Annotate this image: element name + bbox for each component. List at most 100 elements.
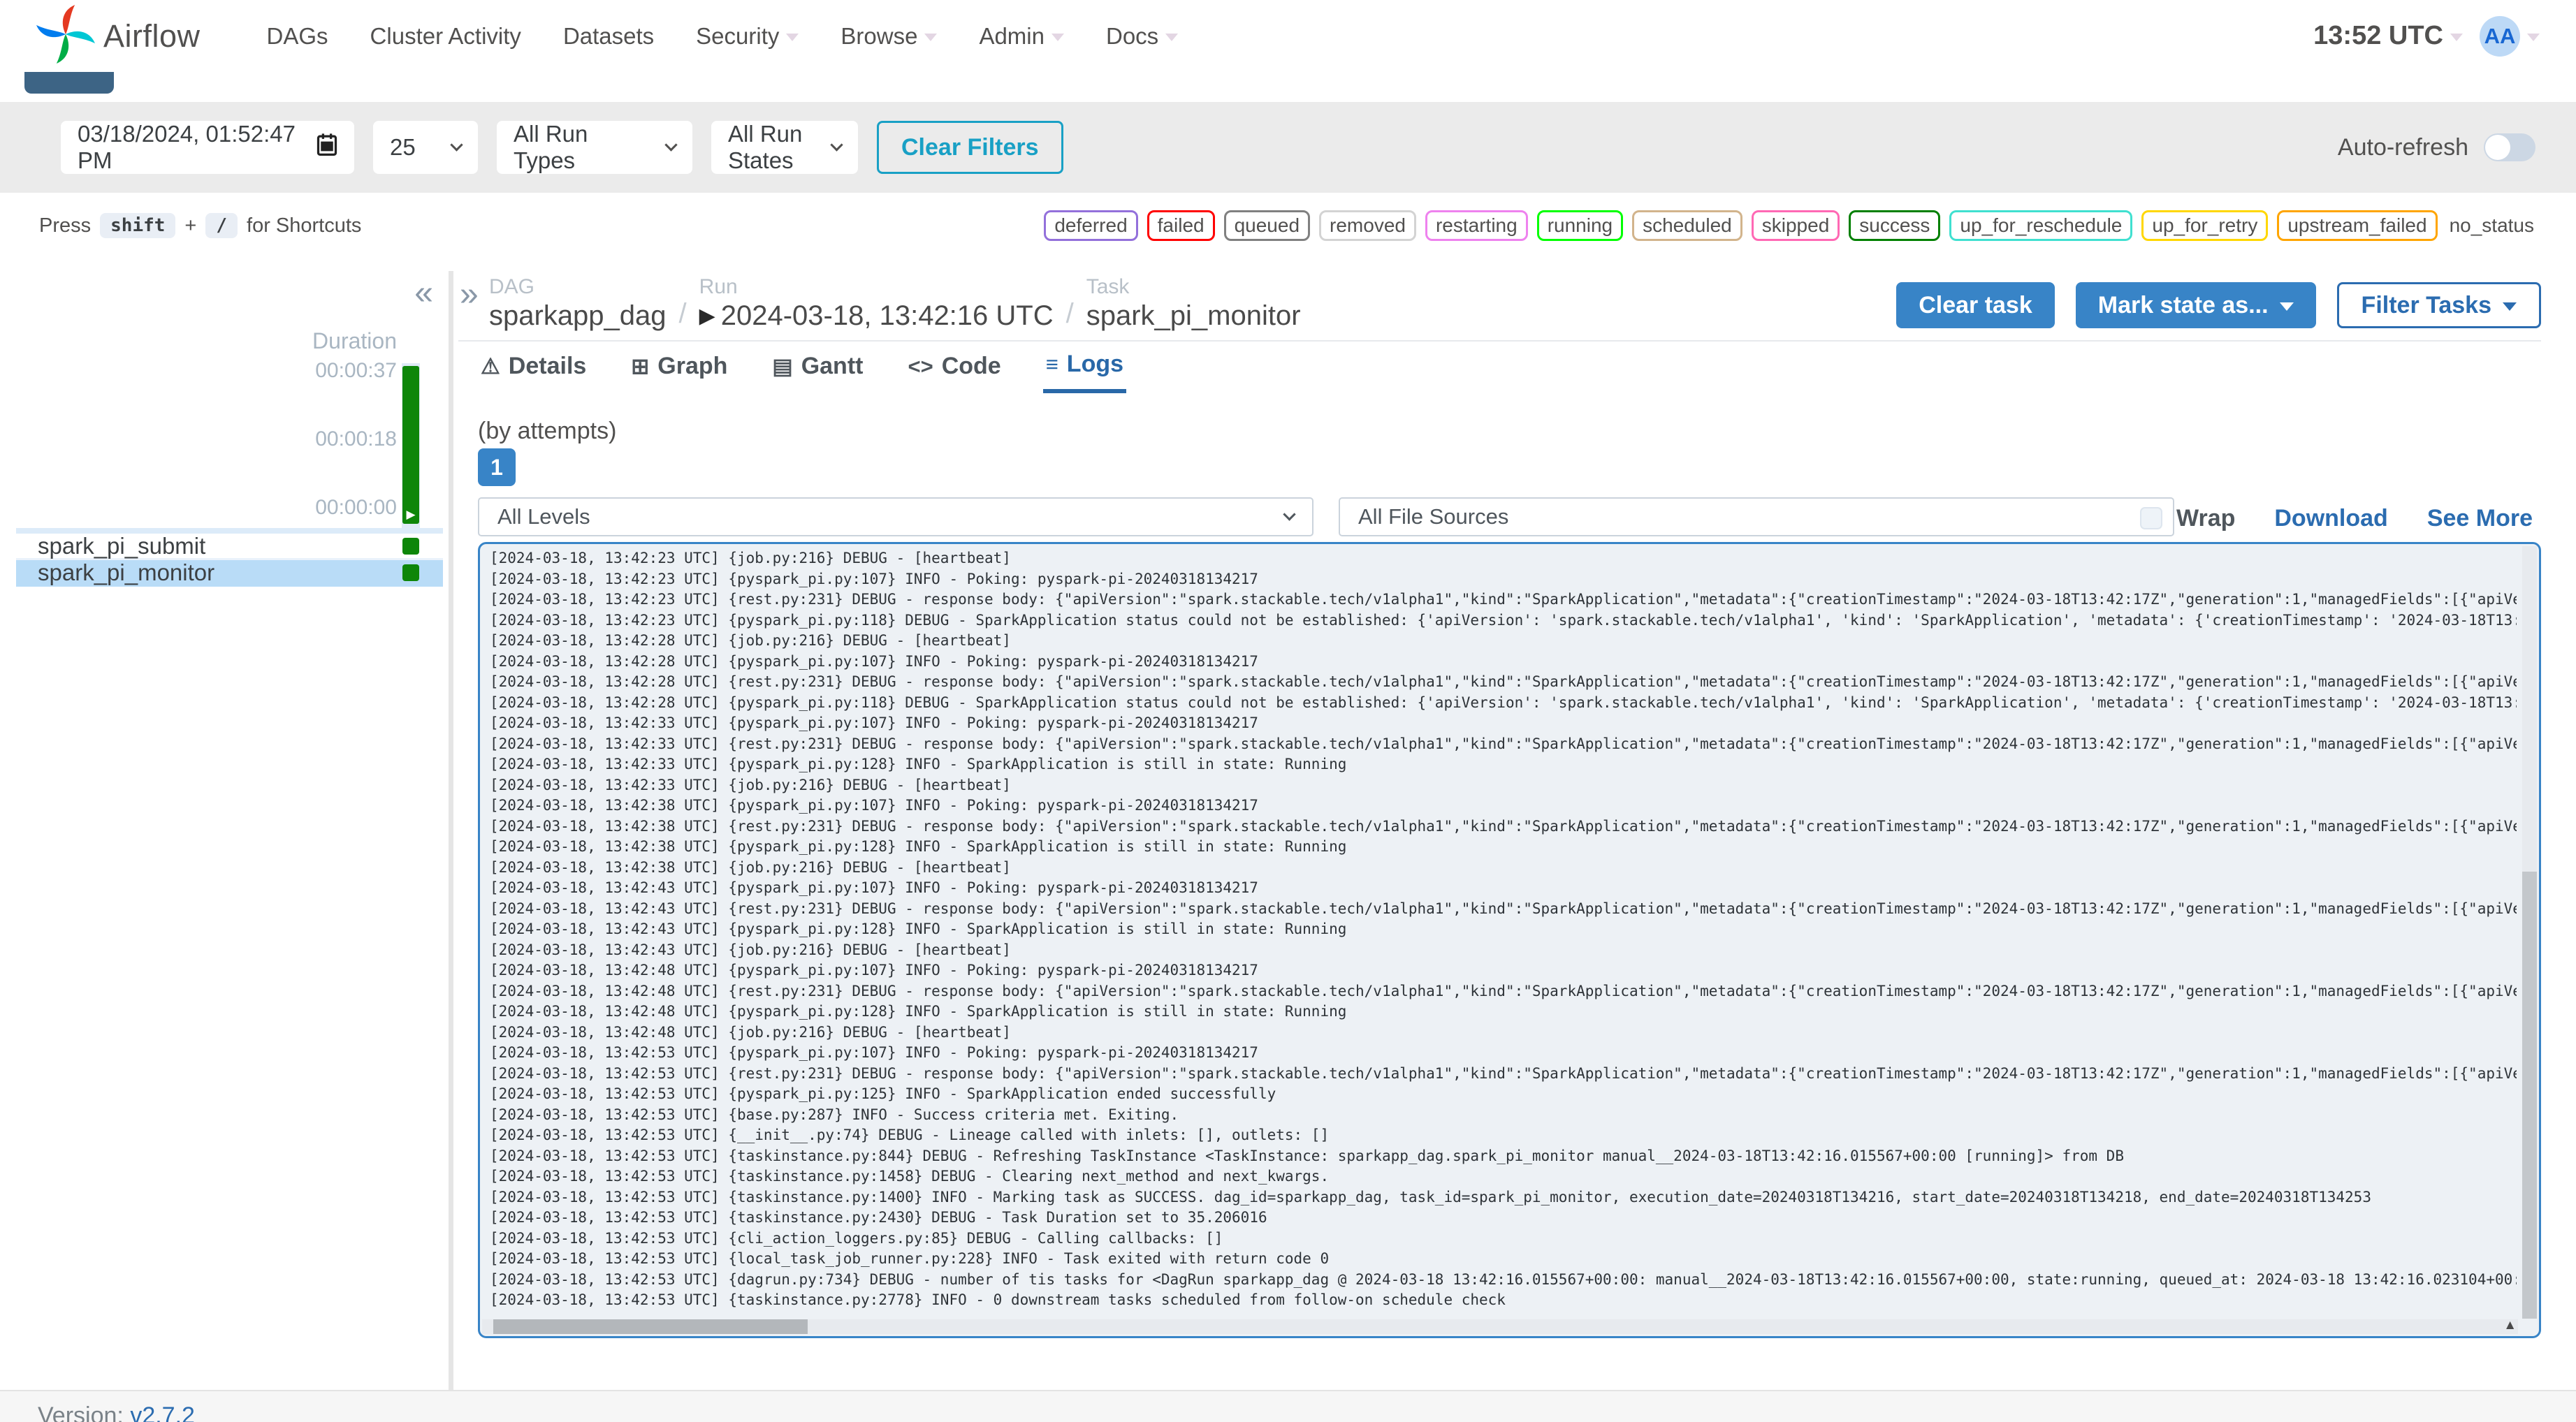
caret-down-icon <box>924 34 938 41</box>
base-date-input[interactable]: 03/18/2024, 01:52:47 PM <box>61 121 354 174</box>
vertical-scrollbar-thumb[interactable] <box>2522 872 2537 1319</box>
nav-right: 13:52 UTC AA <box>2313 15 2540 57</box>
breadcrumb-separator: / <box>678 298 687 329</box>
log-line: [2024-03-18, 13:42:23 UTC] {rest.py:231}… <box>490 591 2517 608</box>
log-line: [2024-03-18, 13:42:43 UTC] {pyspark_pi.p… <box>490 879 1258 896</box>
duration-axis-title: Duration <box>312 328 397 353</box>
clock-menu[interactable]: 13:52 UTC <box>2313 21 2463 51</box>
base-date-value: 03/18/2024, 01:52:47 PM <box>78 121 296 173</box>
shortcuts-suffix: for Shortcuts <box>247 214 362 237</box>
state-badge-running[interactable]: running <box>1536 210 1624 241</box>
mark-state-button[interactable]: Mark state as... <box>2075 282 2316 328</box>
run-types-select[interactable]: All Run Types <box>497 121 692 174</box>
nav-item-cluster-activity[interactable]: Cluster Activity <box>370 23 521 50</box>
state-badge-removed[interactable]: removed <box>1319 210 1416 241</box>
state-badge-success[interactable]: success <box>1849 210 1941 241</box>
file-source-value: All File Sources <box>1358 504 1509 529</box>
clear-task-button[interactable]: Clear task <box>1896 282 2055 328</box>
attempt-1-button[interactable]: 1 <box>478 448 516 486</box>
nav-item-datasets[interactable]: Datasets <box>563 23 654 50</box>
state-badge-restarting[interactable]: restarting <box>1425 210 1528 241</box>
horizontal-scrollbar[interactable] <box>482 1319 2518 1334</box>
run-states-select[interactable]: All Run States <box>711 121 858 174</box>
horizontal-scrollbar-thumb[interactable] <box>493 1319 808 1334</box>
log-level-select[interactable]: All Levels <box>478 497 1314 536</box>
state-badge-scheduled[interactable]: scheduled <box>1632 210 1742 241</box>
nav-item-docs[interactable]: Docs <box>1106 23 1179 50</box>
log-line: [2024-03-18, 13:42:43 UTC] {rest.py:231}… <box>490 900 2517 917</box>
grid-sidebar: « Duration ▶ spark_pi_submit spark_pi_mon… <box>16 272 443 601</box>
log-line: [2024-03-18, 13:42:28 UTC] {job.py:216} … <box>490 632 1011 649</box>
gantt-icon: ▤ <box>772 353 793 379</box>
graph-icon: ⊞ <box>631 353 650 379</box>
nav-item-security[interactable]: Security <box>696 23 799 50</box>
calendar-icon <box>316 133 337 162</box>
state-badge-no-status[interactable]: no_status <box>2447 212 2537 239</box>
collapse-sidebar-button[interactable]: « <box>414 274 433 312</box>
task-state-success-icon <box>402 564 419 581</box>
log-line: [2024-03-18, 13:42:33 UTC] {pyspark_pi.p… <box>490 756 1347 772</box>
tab-graph[interactable]: ⊞ Graph <box>628 351 730 393</box>
filter-tasks-button[interactable]: Filter Tasks <box>2336 282 2541 328</box>
shortcuts-prefix: Press <box>39 214 92 237</box>
expand-panel-button[interactable]: » <box>460 275 479 314</box>
tab-details[interactable]: ⚠ Details <box>478 351 589 393</box>
task-list: spark_pi_submit spark_pi_monitor <box>16 533 443 587</box>
file-source-select[interactable]: All File Sources <box>1339 497 2174 536</box>
caret-down-icon <box>786 34 799 41</box>
log-line: [2024-03-18, 13:42:53 UTC] {taskinstance… <box>490 1147 2124 1164</box>
dag-run-duration-bar[interactable]: ▶ <box>402 366 419 524</box>
nav-item-browse[interactable]: Browse <box>841 23 938 50</box>
run-label: Run <box>699 275 738 298</box>
state-badge-skipped[interactable]: skipped <box>1751 210 1840 241</box>
clear-filters-button[interactable]: Clear Filters <box>877 121 1063 174</box>
vertical-scrollbar[interactable] <box>2522 546 2537 1319</box>
nav-item-dags[interactable]: DAGs <box>267 23 328 50</box>
duration-tick: 00:00:00 <box>315 496 397 519</box>
play-icon: ▶ <box>406 508 416 521</box>
panel-resize-handle[interactable] <box>449 271 453 1390</box>
log-line: [2024-03-18, 13:42:48 UTC] {job.py:216} … <box>490 1023 1011 1041</box>
state-badge-upstream-failed[interactable]: upstream_failed <box>2277 210 2438 241</box>
breadcrumb-task[interactable]: Task spark_pi_monitor <box>1086 275 1301 332</box>
state-badge-up-for-reschedule[interactable]: up_for_reschedule <box>1949 210 2133 241</box>
task-value: spark_pi_monitor <box>1086 300 1301 331</box>
log-line: [2024-03-18, 13:42:53 UTC] {cli_action_l… <box>490 1229 1223 1247</box>
auto-refresh-toggle[interactable] <box>2484 133 2535 161</box>
wrap-checkbox[interactable] <box>2139 507 2162 529</box>
grid-button-partial[interactable] <box>24 70 114 94</box>
caret-down-icon <box>1051 34 1064 41</box>
task-row-spark-pi-monitor[interactable]: spark_pi_monitor <box>16 559 443 587</box>
tab-logs[interactable]: ≡ Logs <box>1042 351 1127 393</box>
state-badge-up-for-retry[interactable]: up_for_retry <box>2141 210 2269 241</box>
log-line: [2024-03-18, 13:42:38 UTC] {rest.py:231}… <box>490 817 2517 835</box>
task-state-success-icon <box>402 537 419 555</box>
nav-item-label: Admin <box>979 22 1045 49</box>
log-line: [2024-03-18, 13:42:48 UTC] {rest.py:231}… <box>490 982 2517 999</box>
state-legend: deferred failed queued removed restarting run… <box>1044 210 2537 241</box>
breadcrumb-dag[interactable]: DAG sparkapp_dag <box>489 275 667 332</box>
log-line: [2024-03-18, 13:42:48 UTC] {pyspark_pi.p… <box>490 1003 1347 1020</box>
tab-gantt[interactable]: ▤ Gantt <box>769 351 866 393</box>
airflow-brand[interactable]: Airflow <box>36 5 201 67</box>
log-line: [2024-03-18, 13:42:23 UTC] {job.py:216} … <box>490 550 1011 566</box>
page-size-select[interactable]: 25 <box>373 121 478 174</box>
task-row-spark-pi-submit[interactable]: spark_pi_submit <box>16 533 443 560</box>
log-line: [2024-03-18, 13:42:38 UTC] {pyspark_pi.p… <box>490 838 1347 855</box>
state-badge-failed[interactable]: failed <box>1147 210 1215 241</box>
see-more-link[interactable]: See More <box>2427 505 2533 532</box>
state-badge-deferred[interactable]: deferred <box>1044 210 1138 241</box>
task-name: spark_pi_monitor <box>38 559 215 585</box>
tab-code[interactable]: <> Code <box>905 351 1003 393</box>
breadcrumb-run[interactable]: Run ▶ 2024-03-18, 13:42:16 UTC <box>699 275 1054 332</box>
nav-item-admin[interactable]: Admin <box>979 23 1064 50</box>
page-size-value: 25 <box>390 134 416 160</box>
play-icon: ▶ <box>699 305 715 328</box>
user-menu[interactable]: AA <box>2480 15 2540 57</box>
log-line: [2024-03-18, 13:42:48 UTC] {pyspark_pi.p… <box>490 962 1258 978</box>
state-badge-queued[interactable]: queued <box>1223 210 1311 241</box>
version-link[interactable]: v2.7.2 <box>130 1402 195 1422</box>
download-link[interactable]: Download <box>2274 505 2387 532</box>
slash-key: / <box>205 213 238 238</box>
tab-label: Code <box>941 353 1001 379</box>
